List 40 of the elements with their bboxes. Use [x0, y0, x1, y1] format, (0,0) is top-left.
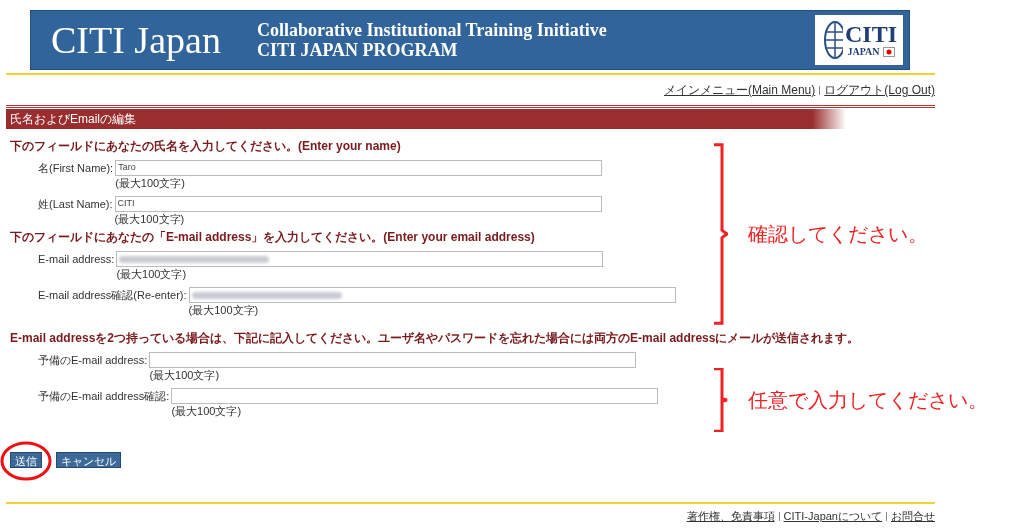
flag-icon — [882, 47, 895, 57]
annotation-text: 任意で入力してください。 — [748, 388, 988, 413]
page-title: 氏名およびEmailの編集 — [9, 111, 136, 128]
field-label: 予備のE-mail address: — [38, 353, 148, 368]
logo-text: CITI — [845, 22, 897, 46]
highlight-ellipse — [0, 440, 52, 482]
hint-text: (最大100文字) — [188, 303, 260, 317]
input-field[interactable] — [171, 388, 659, 404]
bracket-drawing — [712, 368, 728, 432]
input-field[interactable] — [188, 287, 676, 303]
site-title: CITI Japan — [51, 17, 221, 63]
footer-link[interactable]: 著作権、免責事項 — [686, 508, 775, 525]
field-label: 予備のE-mail address確認: — [38, 389, 170, 404]
field-label: 姓(Last Name): — [38, 197, 113, 212]
section-heading: 下のフィールドにあなたの「E-mail address」を入力してください。(Enter your email address) — [10, 230, 535, 245]
submit-button[interactable]: 送信 — [10, 452, 42, 468]
header-subtitle: CITI JAPAN PROGRAM — [256, 40, 459, 60]
annotation-text: 確認してください。 — [748, 222, 928, 247]
main-menu-link[interactable]: メインメニュー(Main Menu) — [663, 81, 816, 99]
hint-text: (最大100文字) — [171, 404, 243, 418]
input-field[interactable] — [116, 251, 604, 267]
footer-link[interactable]: CITI-Japanについて — [783, 508, 882, 525]
input-field[interactable]: Taro — [115, 160, 603, 176]
field-label: E-mail address: — [38, 252, 115, 267]
section-heading: E-mail addressを2つ持っている場合は、下記に記入してください。ユーザ名やパスワードを忘れた場合には両方のE-mail addressにメールが送信されます。 — [10, 331, 860, 346]
header-subtitle: Collaborative Institutional Training Initiative — [256, 20, 607, 40]
section-heading: 下のフィールドにあなたの氏名を入力してください。(Enter your name) — [10, 139, 401, 154]
hint-text: (最大100文字) — [115, 176, 186, 190]
field-label: 名(First Name): — [38, 161, 114, 176]
field-label: E-mail address確認(Re-enter): — [38, 288, 187, 303]
hint-text: (最大100文字) — [114, 212, 186, 226]
logo-subtext: JAPAN — [847, 46, 880, 58]
footer-link[interactable]: お問合せ — [891, 508, 935, 525]
globe-icon — [821, 20, 843, 60]
cancel-button[interactable]: キャンセル — [56, 452, 121, 468]
logout-link[interactable]: ログアウト(Log Out) — [824, 81, 935, 99]
input-field[interactable]: CITI — [114, 196, 602, 212]
input-field[interactable] — [149, 352, 637, 368]
hint-text: (最大100文字) — [116, 267, 188, 281]
hint-text: (最大100文字) — [149, 368, 221, 382]
